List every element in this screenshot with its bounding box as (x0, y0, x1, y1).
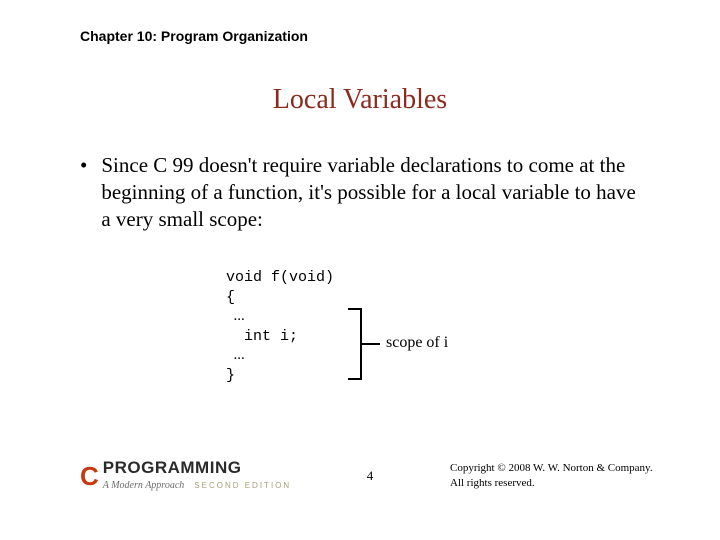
copyright: Copyright © 2008 W. W. Norton & Company.… (450, 461, 660, 490)
scope-label: scope of i (386, 334, 448, 352)
code-line: ... (226, 307, 334, 327)
code-line: int i; (226, 327, 334, 347)
page-number: 4 (367, 468, 374, 484)
code-line: } (226, 366, 334, 386)
slide-title: Local Variables (0, 84, 720, 116)
code-line: { (226, 288, 334, 308)
book-logo: C PROGRAMMING A Modern Approach SECOND E… (80, 459, 291, 492)
bullet-text: Since C 99 doesn't require variable decl… (101, 152, 650, 233)
bullet-marker: • (80, 152, 87, 233)
scope-bracket (350, 308, 362, 380)
chapter-label: Chapter 10: Program Organization (80, 28, 308, 44)
scope-bracket-tick (362, 343, 380, 345)
logo-subtitle: A Modern Approach (103, 480, 184, 491)
logo-programming: PROGRAMMING (103, 459, 291, 476)
logo-edition: SECOND EDITION (194, 481, 291, 490)
code-line: void f(void) (226, 268, 334, 288)
footer: C PROGRAMMING A Modern Approach SECOND E… (80, 459, 660, 492)
bullet-item: • Since C 99 doesn't require variable de… (80, 152, 650, 233)
code-figure: void f(void) { ... int i; ... } (226, 268, 334, 385)
code-line: ... (226, 346, 334, 366)
logo-c-letter: C (80, 463, 99, 489)
